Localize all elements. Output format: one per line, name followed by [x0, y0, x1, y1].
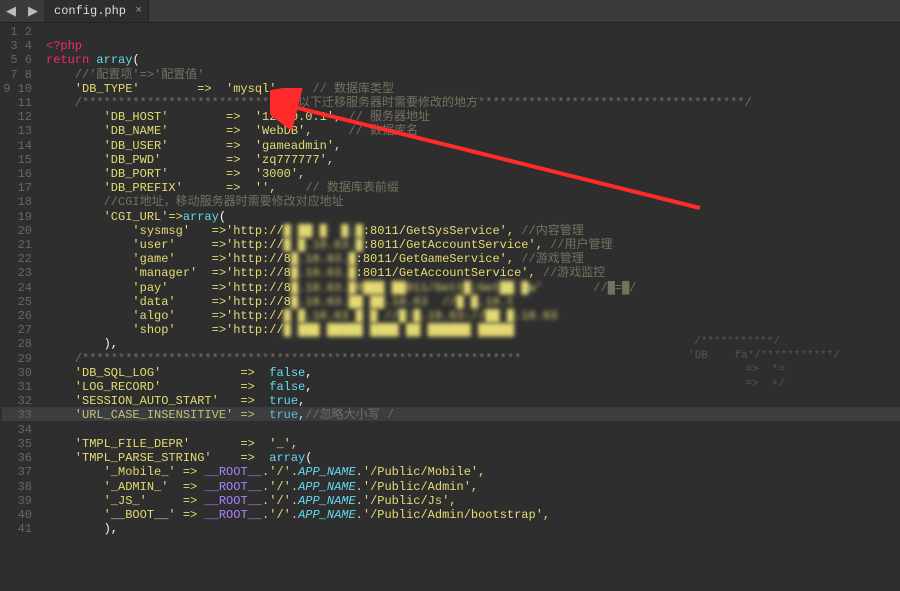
code-line: 'DB_USER' => 'gameadmin',	[46, 139, 341, 153]
line-gutter: 1 2 3 4 5 6 7 8 9 10 11 12 13 14 15 16 1…	[0, 23, 40, 591]
code-line: return array(	[46, 53, 140, 67]
ghost-text: 'DB fa*/***********/	[688, 349, 840, 363]
current-line-highlight	[2, 407, 900, 421]
code-line: 'TMPL_PARSE_STRING' => array(	[46, 451, 312, 465]
code-line: 'shop' =>'http://█ ███ █████ ████ ██ ███…	[46, 323, 514, 337]
code-line: 'user' =>'http://█ █.18.63.█:8011/GetAcc…	[46, 238, 613, 252]
code-line: 'DB_SQL_LOG' => false,	[46, 366, 312, 380]
close-icon[interactable]: ×	[135, 3, 142, 19]
ghost-text: /***********/	[694, 335, 780, 349]
code-line: '_ADMIN_' => __ROOT__.'/'.APP_NAME.'/Pub…	[46, 480, 478, 494]
code-line: 'DB_NAME' => 'WebDB', // 数据库名	[46, 124, 418, 138]
code-line: /***************************************…	[46, 352, 521, 366]
nav-forward-icon[interactable]: ▶	[22, 4, 44, 19]
tab-config-php[interactable]: config.php ×	[44, 0, 149, 22]
code-line: 'manager' =>'http://8█.18.63.█:8011/GetA…	[46, 266, 605, 280]
code-line: 'TMPL_FILE_DEPR' => '_',	[46, 437, 298, 451]
titlebar: ◀ ▶ config.php ×	[0, 0, 900, 23]
ghost-text: => *=	[745, 363, 785, 377]
tab-filename: config.php	[54, 4, 126, 18]
code-line: 'CGI_URL'=>array(	[46, 210, 226, 224]
code-line: 'DB_PORT' => '3000',	[46, 167, 305, 181]
code-line: 'pay' =>'http://8█.18.63.█8███ ██011/Get…	[46, 281, 637, 295]
code-area[interactable]: <?php return array( //'配置项'=>'配置值' 'DB_T…	[40, 23, 900, 591]
code-line: <?php	[46, 39, 82, 53]
code-line: 'game' =>'http://8█.18.63.█:8011/GetGame…	[46, 252, 584, 266]
code-line: 'data' =>'http://8█.18.63.██ ██.18.63 //…	[46, 295, 514, 309]
code-line: //CGI地址，移动服务器时需要修改对应地址	[46, 195, 344, 209]
code-line: 'algo' =>'http://█ █.18.63 █ █ //█:█.18.…	[46, 309, 557, 323]
code-line: '_Mobile_' => __ROOT__.'/'.APP_NAME.'/Pu…	[46, 465, 485, 479]
ghost-text: => +/	[745, 377, 785, 391]
code-line: //'配置项'=>'配置值'	[46, 68, 204, 82]
code-line: '__BOOT__' => __ROOT__.'/'.APP_NAME.'/Pu…	[46, 508, 550, 522]
code-line: 'DB_PREFIX' => '', // 数据库表前缀	[46, 181, 399, 195]
code-line: 'DB_TYPE' => 'mysql', // 数据库类型	[46, 82, 394, 96]
code-line: 'DB_PWD' => 'zq777777',	[46, 153, 334, 167]
nav-back-icon[interactable]: ◀	[0, 4, 22, 19]
code-line: '_JS_' => __ROOT__.'/'.APP_NAME.'/Public…	[46, 494, 457, 508]
code-line: ),	[46, 522, 118, 536]
code-line: /******************************以下迁移服务器时需…	[46, 96, 752, 110]
code-line: 'LOG_RECORD' => false,	[46, 380, 312, 394]
editor: 1 2 3 4 5 6 7 8 9 10 11 12 13 14 15 16 1…	[0, 23, 900, 591]
code-line: ),	[46, 337, 118, 351]
code-line: 'DB_HOST' => '127.0.0.1', // 服务器地址	[46, 110, 430, 124]
code-line: 'sysmsg' =>'http://█ ██ █ █.█:8011/GetSy…	[46, 224, 584, 238]
